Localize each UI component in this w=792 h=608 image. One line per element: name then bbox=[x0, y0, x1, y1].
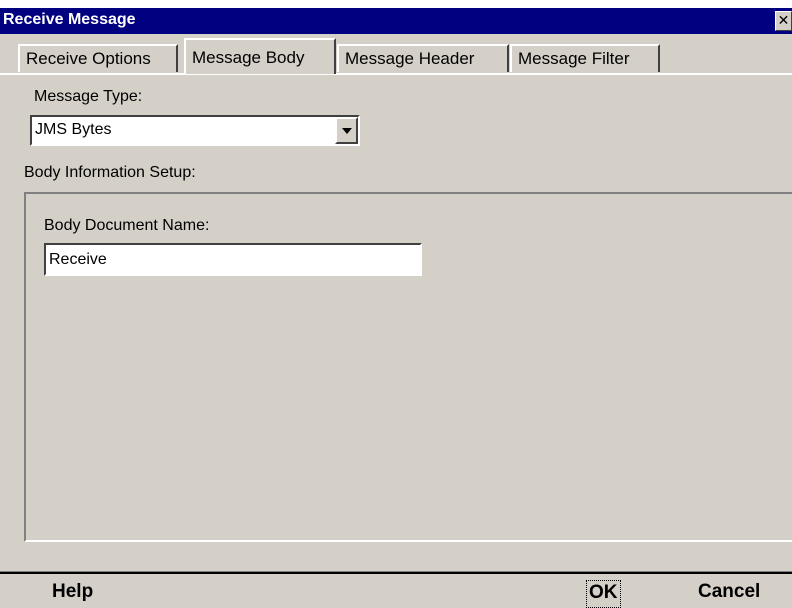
cancel-button[interactable]: Cancel bbox=[698, 580, 760, 606]
tab-message-body[interactable]: Message Body bbox=[184, 38, 336, 74]
footer-bar: Help OK Cancel bbox=[0, 574, 792, 608]
tab-label: Receive Options bbox=[26, 49, 151, 68]
tab-label: Message Body bbox=[192, 48, 305, 67]
title-bar-fill: Receive Message ✕ bbox=[0, 8, 792, 34]
title-bar: Receive Message ✕ bbox=[0, 0, 792, 34]
dialog-title: Receive Message bbox=[3, 11, 136, 28]
message-type-value: JMS Bytes bbox=[35, 121, 112, 138]
tab-message-header[interactable]: Message Header bbox=[337, 44, 509, 72]
tab-label: Message Filter bbox=[518, 49, 630, 68]
close-button[interactable]: ✕ bbox=[775, 11, 792, 31]
tab-receive-options[interactable]: Receive Options bbox=[18, 44, 178, 72]
chevron-down-icon bbox=[342, 128, 352, 134]
body-doc-name-label: Body Document Name: bbox=[44, 217, 210, 234]
body-setup-label: Body Information Setup: bbox=[24, 164, 196, 181]
tab-label: Message Header bbox=[345, 49, 475, 68]
close-icon: ✕ bbox=[777, 13, 790, 29]
ok-button[interactable]: OK bbox=[586, 580, 621, 608]
message-type-label: Message Type: bbox=[34, 88, 143, 105]
tab-strip-edge bbox=[0, 73, 792, 75]
dropdown-button[interactable] bbox=[335, 117, 358, 144]
message-type-dropdown[interactable]: JMS Bytes bbox=[30, 115, 360, 146]
tab-message-filter[interactable]: Message Filter bbox=[510, 44, 660, 72]
receive-message-dialog: Receive Message ✕ Receive Options Messag… bbox=[0, 0, 792, 608]
help-button[interactable]: Help bbox=[52, 580, 93, 606]
body-doc-name-field[interactable] bbox=[44, 243, 422, 276]
